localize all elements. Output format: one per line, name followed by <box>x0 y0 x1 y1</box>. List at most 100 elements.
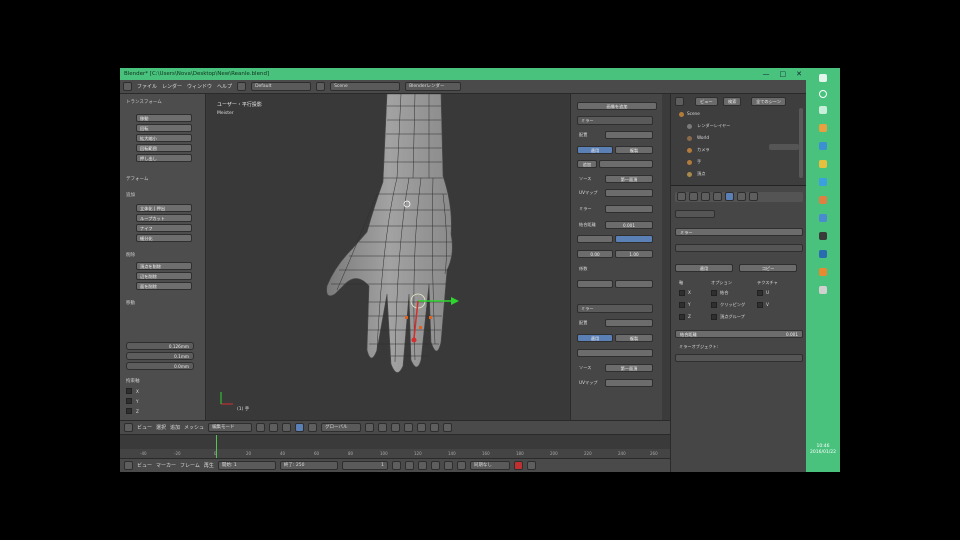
tool-loopcut-button[interactable]: ループカット <box>136 214 192 222</box>
vector-z-field[interactable]: 0.0mm <box>126 362 194 370</box>
mirror-object-field[interactable] <box>675 354 803 362</box>
modifier2-field[interactable] <box>577 349 653 357</box>
outliner-tab-scenes[interactable]: 全てのシーン <box>751 97 786 106</box>
outliner-item-scene[interactable]: Scene <box>687 111 700 116</box>
scene-tab-icon[interactable] <box>689 192 698 201</box>
modifier1-merge-field[interactable]: 0.001 <box>605 221 653 229</box>
tool-delete-vertex-button[interactable]: 頂点を削除 <box>136 262 192 270</box>
constraint-y-checkbox[interactable] <box>126 398 132 404</box>
modifier1-field[interactable] <box>599 160 653 168</box>
prev-key-icon[interactable] <box>404 461 414 470</box>
modifier1-mirror-select[interactable] <box>605 205 653 213</box>
section-last-operator[interactable]: 移動 <box>126 300 135 306</box>
face-select-icon[interactable] <box>391 423 401 432</box>
axis-y-checkbox[interactable] <box>679 302 685 308</box>
manipulator-icon[interactable] <box>282 423 292 432</box>
tool-spin-button[interactable]: 回転範囲 <box>136 144 192 152</box>
outliner-item-renderlayer[interactable]: レンダーレイヤー <box>697 123 730 129</box>
object-tab-icon[interactable] <box>713 192 722 201</box>
modifier1-add-button[interactable]: 追加 <box>577 160 597 168</box>
blender-icon[interactable] <box>819 268 827 276</box>
taskbar-clock[interactable]: 10:46 2016/01/22 <box>810 444 836 456</box>
modifier2-copy-button[interactable]: 複製 <box>615 334 653 342</box>
timeline-playhead[interactable] <box>216 435 217 459</box>
tool-delete-edge-button[interactable]: 辺を削除 <box>136 272 192 280</box>
merge-distance-field[interactable]: 結合距離 0.001 <box>675 330 803 338</box>
menu-help[interactable]: ヘルプ <box>217 83 232 90</box>
modifier1-x-field[interactable]: 0.00 <box>577 250 613 258</box>
modifier-tab-icon[interactable] <box>725 192 734 201</box>
current-frame-field[interactable]: 1 <box>341 461 388 470</box>
option-clipping-checkbox[interactable] <box>711 302 717 308</box>
interaction-mode-select[interactable]: 編集モード <box>208 423 253 432</box>
app-icon-2[interactable] <box>819 178 827 186</box>
outliner-visibility-toggles[interactable] <box>769 144 799 150</box>
keying-set-icon[interactable] <box>526 461 536 470</box>
menu-render[interactable]: レンダー <box>162 83 182 90</box>
next-key-icon[interactable] <box>443 461 453 470</box>
modifier1-option-a[interactable] <box>577 280 613 288</box>
timeline[interactable]: -40 -20 0 20 40 60 80 100 120 140 160 18… <box>120 434 670 459</box>
section-add[interactable]: 追加 <box>126 192 135 198</box>
window-titlebar[interactable]: Blender* [C:\Users\Nova\Desktop\New\Rean… <box>120 68 806 80</box>
snap-icon[interactable] <box>430 423 440 432</box>
outliner-item-vertex[interactable]: 頂点 <box>697 171 705 177</box>
sync-mode-select[interactable]: 同期なし <box>469 461 510 470</box>
timeline-menu-playback[interactable]: 再生 <box>204 462 214 469</box>
occlude-icon[interactable] <box>404 423 414 432</box>
edge-select-icon[interactable] <box>378 423 388 432</box>
modifier1-source-select[interactable]: 第一面頂 <box>605 175 653 183</box>
layout-icon[interactable] <box>237 82 247 91</box>
option-vgroups-checkbox[interactable] <box>711 314 717 320</box>
outliner-tab-view[interactable]: ビュー <box>695 97 718 106</box>
timeline-editor-type-icon[interactable] <box>124 461 133 470</box>
3d-viewport[interactable]: ユーザー・平行投影 Meister (1) 手 <box>207 94 569 420</box>
header-menu-view[interactable]: ビュー <box>137 424 152 431</box>
header-menu-mesh[interactable]: メッシュ <box>184 424 204 431</box>
app-icon-3[interactable] <box>819 196 827 204</box>
timeline-menu-marker[interactable]: マーカー <box>156 462 176 469</box>
hand-mesh[interactable] <box>207 94 569 420</box>
modifier1-type-select[interactable] <box>605 131 653 139</box>
constraint-z-checkbox[interactable] <box>126 408 132 414</box>
proportional-icon[interactable] <box>417 423 427 432</box>
modifier1-option-b[interactable] <box>615 280 653 288</box>
shading-icon[interactable] <box>256 423 266 432</box>
section-remove[interactable]: 削除 <box>126 252 135 258</box>
modifier2-type-select[interactable] <box>605 319 653 327</box>
constraint-x-checkbox[interactable] <box>126 388 132 394</box>
outliner-tab-search[interactable]: 検索 <box>723 97 742 106</box>
app-icon-6[interactable] <box>819 250 827 258</box>
render-tab-icon[interactable] <box>677 192 686 201</box>
app-icon-4[interactable] <box>819 214 827 222</box>
tool-scale-button[interactable]: 拡大縮小 <box>136 134 192 142</box>
start-icon[interactable] <box>819 74 827 82</box>
modifier-panel-header[interactable]: ミラー <box>675 228 803 236</box>
edge-icon[interactable] <box>819 142 827 150</box>
modifier1-header[interactable]: ミラー <box>577 116 653 125</box>
layout-select[interactable]: Default <box>251 82 312 91</box>
tool-knife-button[interactable]: ナイフ <box>136 224 192 232</box>
texture-u-checkbox[interactable] <box>757 290 763 296</box>
menu-window[interactable]: ウィンドウ <box>187 83 212 90</box>
outliner-item-world[interactable]: World <box>697 135 709 140</box>
vector-y-field[interactable]: 0.1mm <box>126 352 194 360</box>
play-reverse-icon[interactable] <box>417 461 427 470</box>
tool-move-button[interactable]: 移動 <box>136 114 192 122</box>
cortana-icon[interactable] <box>819 90 827 98</box>
scene-icon[interactable] <box>316 82 326 91</box>
outliner-editor-icon[interactable] <box>675 97 684 106</box>
properties-context-tabs[interactable] <box>675 192 803 202</box>
translate-manipulator-icon[interactable] <box>295 423 305 432</box>
play-icon[interactable] <box>430 461 440 470</box>
pivot-icon[interactable] <box>269 423 279 432</box>
maximize-icon[interactable]: □ <box>780 68 787 80</box>
texture-v-checkbox[interactable] <box>757 302 763 308</box>
outliner-item-camera[interactable]: カメラ <box>697 147 710 153</box>
minimize-icon[interactable]: — <box>763 68 770 80</box>
jump-start-icon[interactable] <box>391 461 401 470</box>
close-icon[interactable]: ✕ <box>796 68 802 80</box>
outliner-scrollbar[interactable] <box>799 108 803 178</box>
section-deform[interactable]: デフォーム <box>126 176 148 182</box>
app-icon-7[interactable] <box>819 286 827 294</box>
